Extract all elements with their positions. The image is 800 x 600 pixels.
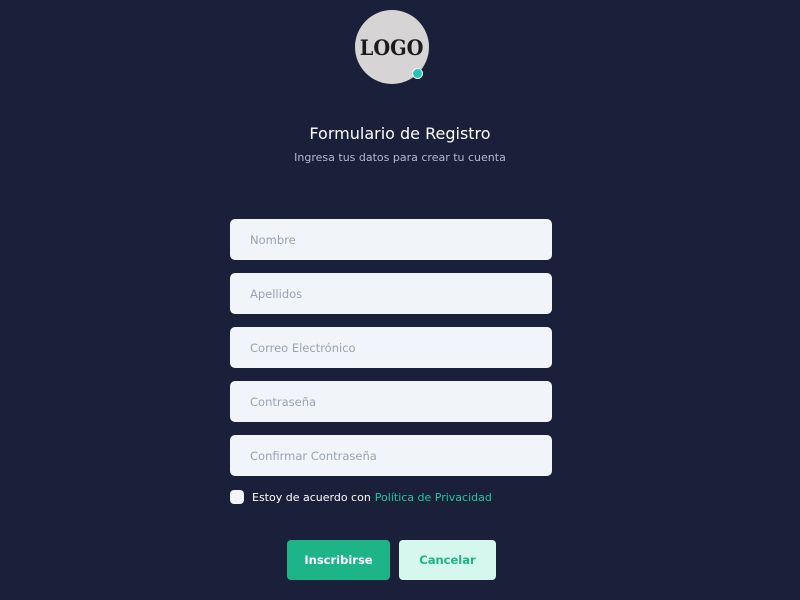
privacy-checkbox[interactable] — [230, 490, 244, 504]
password-input[interactable] — [230, 381, 552, 422]
last-name-input[interactable] — [230, 273, 552, 314]
first-name-input[interactable] — [230, 219, 552, 260]
status-dot — [412, 68, 423, 79]
email-input[interactable] — [230, 327, 552, 368]
registration-form — [230, 219, 552, 489]
page-subtitle: Ingresa tus datos para crear tu cuenta — [294, 151, 506, 164]
page-title: Formulario de Registro — [309, 124, 491, 143]
logo-text: LOGO — [360, 34, 424, 60]
privacy-agreement-label: Estoy de acuerdo con — [252, 490, 371, 504]
cancel-button[interactable]: Cancelar — [399, 540, 496, 580]
privacy-policy-link[interactable]: Política de Privacidad — [375, 491, 492, 504]
confirm-password-input[interactable] — [230, 435, 552, 476]
logo-container: LOGO — [355, 10, 429, 84]
register-button[interactable]: Inscribirse — [287, 540, 390, 580]
privacy-agreement: Estoy de acuerdo con Política de Privaci… — [230, 489, 492, 505]
